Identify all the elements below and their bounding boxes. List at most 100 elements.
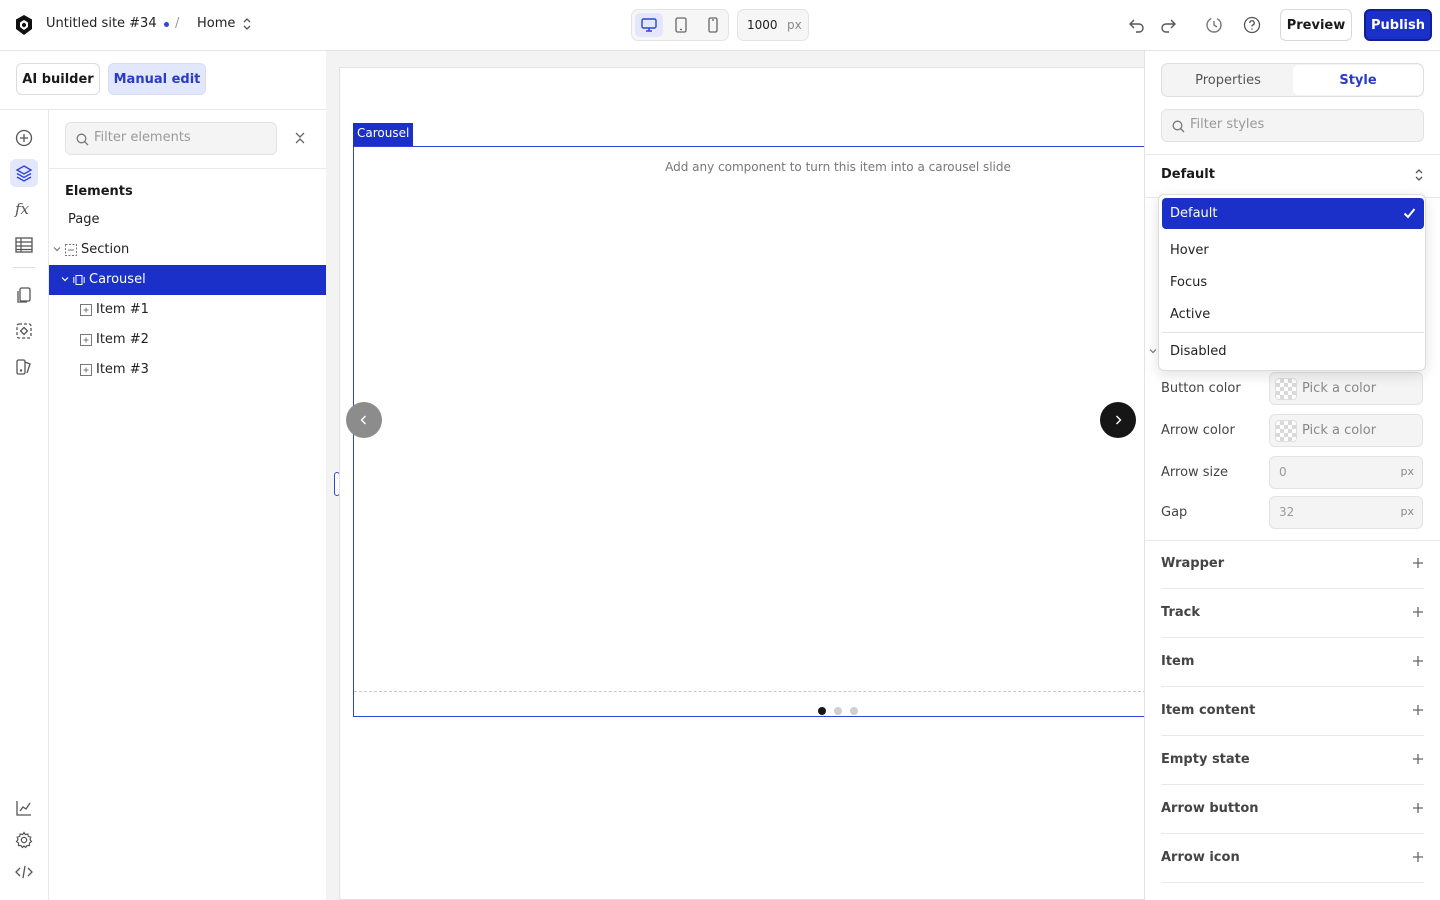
manual-edit-button[interactable]: Manual edit [108,63,206,95]
help-icon[interactable] [1242,15,1262,35]
option-label: Focus [1170,275,1208,290]
preview-button[interactable]: Preview [1280,9,1352,41]
plus-icon[interactable] [1412,802,1424,814]
carousel[interactable]: Add any component to turn this item into… [346,146,1146,717]
panel-divider [1145,154,1440,155]
state-option-hover[interactable]: Hover [1162,235,1424,266]
tree-item-item-1[interactable]: Item #1 [49,295,326,325]
section-arrow-button[interactable]: Arrow button [1161,785,1424,834]
carousel-dot[interactable] [818,707,826,715]
components-icon[interactable] [10,317,38,345]
plus-icon[interactable] [1412,753,1424,765]
carousel-dot[interactable] [834,707,842,715]
style-state-select[interactable]: Default [1161,165,1424,187]
tree-item-label: Section [81,242,130,257]
tree-item-carousel[interactable]: Carousel [49,265,326,295]
carousel-next-button[interactable] [1100,402,1136,438]
tablet-icon[interactable] [667,13,695,37]
tree-item-section[interactable]: Section [49,235,326,265]
carousel-slide-area[interactable]: Add any component to turn this item into… [346,147,1146,692]
gap-input[interactable]: 32 px [1269,496,1423,529]
tree-item-item-3[interactable]: Item #3 [49,355,326,385]
plus-icon[interactable] [1412,851,1424,863]
chevron-down-icon[interactable] [61,275,69,283]
section-label: Arrow icon [1161,850,1240,865]
carousel-dot[interactable] [850,707,858,715]
undo-icon[interactable] [1127,15,1147,35]
history-icon[interactable] [1204,15,1224,35]
tree-item-page[interactable]: Page [49,205,326,235]
plus-icon[interactable] [1412,557,1424,569]
search-icon [76,133,89,146]
plus-icon[interactable] [1412,655,1424,667]
analytics-icon[interactable] [10,794,38,822]
filter-elements-field[interactable] [65,122,277,155]
style-state-dropdown: Default Hover Focus Active Disabled [1158,194,1426,371]
button-color-row: Button color Pick a color [1161,372,1424,405]
chevron-right-icon [1116,415,1122,425]
option-label: Default [1170,206,1218,221]
ai-builder-button[interactable]: AI builder [16,63,100,95]
mobile-icon[interactable] [699,13,727,37]
theme-icon[interactable] [10,353,38,381]
filter-styles-field[interactable] [1161,109,1424,142]
chevron-updown-icon [1414,168,1424,182]
filter-elements-input[interactable] [94,130,269,145]
table-icon[interactable] [10,231,38,259]
button-color-picker[interactable]: Pick a color [1269,372,1423,405]
arrow-size-input[interactable]: 0 px [1269,456,1423,489]
color-swatch[interactable] [1275,420,1297,442]
add-element-icon[interactable] [10,124,38,152]
settings-icon[interactable] [10,826,38,854]
plus-icon[interactable] [1412,606,1424,618]
plus-icon[interactable] [1412,704,1424,716]
canvas-width-input[interactable]: 1000 px [737,9,809,41]
state-option-default[interactable]: Default [1162,198,1424,229]
state-option-active[interactable]: Active [1162,299,1424,330]
section-label: Track [1161,605,1200,620]
prop-label: Gap [1161,505,1188,520]
chevron-updown-icon[interactable] [242,17,252,31]
canvas-width-value[interactable]: 1000 [747,18,778,32]
section-item-content[interactable]: Item content [1161,687,1424,736]
filter-styles-input[interactable] [1190,117,1410,132]
chevron-down-icon[interactable] [1149,347,1157,355]
state-option-focus[interactable]: Focus [1162,267,1424,298]
site-name[interactable]: Untitled site #34 [46,16,157,31]
breadcrumb-separator: / [175,16,180,31]
right-panel: Properties Style Default Button color Pi… [1144,51,1440,900]
function-icon[interactable]: fx [10,195,38,223]
dropdown-divider [1162,332,1424,333]
chevron-down-icon[interactable] [53,245,61,253]
section-item[interactable]: Item [1161,638,1424,687]
tree-item-label: Item #2 [96,332,149,347]
carousel-prev-button[interactable] [346,402,382,438]
page-selector[interactable]: Home [197,16,235,31]
gap-row: Gap 32 px [1161,496,1424,529]
tab-style[interactable]: Style [1293,65,1423,95]
layers-icon[interactable] [10,159,38,187]
state-option-disabled[interactable]: Disabled [1162,336,1424,367]
canvas[interactable]: Carousel Add any component to turn this … [326,51,1146,900]
arrow-size-value[interactable]: 0 [1279,465,1287,479]
desktop-icon[interactable] [635,13,663,37]
section-arrow-icon[interactable]: Arrow icon [1161,834,1424,883]
pages-icon[interactable] [10,281,38,309]
app-logo-icon[interactable] [13,14,35,36]
tab-properties[interactable]: Properties [1163,65,1293,95]
arrow-color-picker[interactable]: Pick a color [1269,414,1423,447]
tree-divider [49,168,326,169]
device-switcher [631,9,729,41]
gap-value[interactable]: 32 [1279,505,1294,519]
redo-icon[interactable] [1158,15,1178,35]
section-label: Wrapper [1161,556,1225,571]
color-swatch[interactable] [1275,378,1297,400]
section-empty-state[interactable]: Empty state [1161,736,1424,785]
section-track[interactable]: Track [1161,589,1424,638]
tree-item-item-2[interactable]: Item #2 [49,325,326,355]
panel-tabs: Properties Style [1161,63,1424,97]
code-icon[interactable] [10,858,38,886]
collapse-all-icon[interactable] [293,130,307,146]
section-wrapper[interactable]: Wrapper [1161,540,1424,589]
publish-button[interactable]: Publish [1364,9,1432,41]
